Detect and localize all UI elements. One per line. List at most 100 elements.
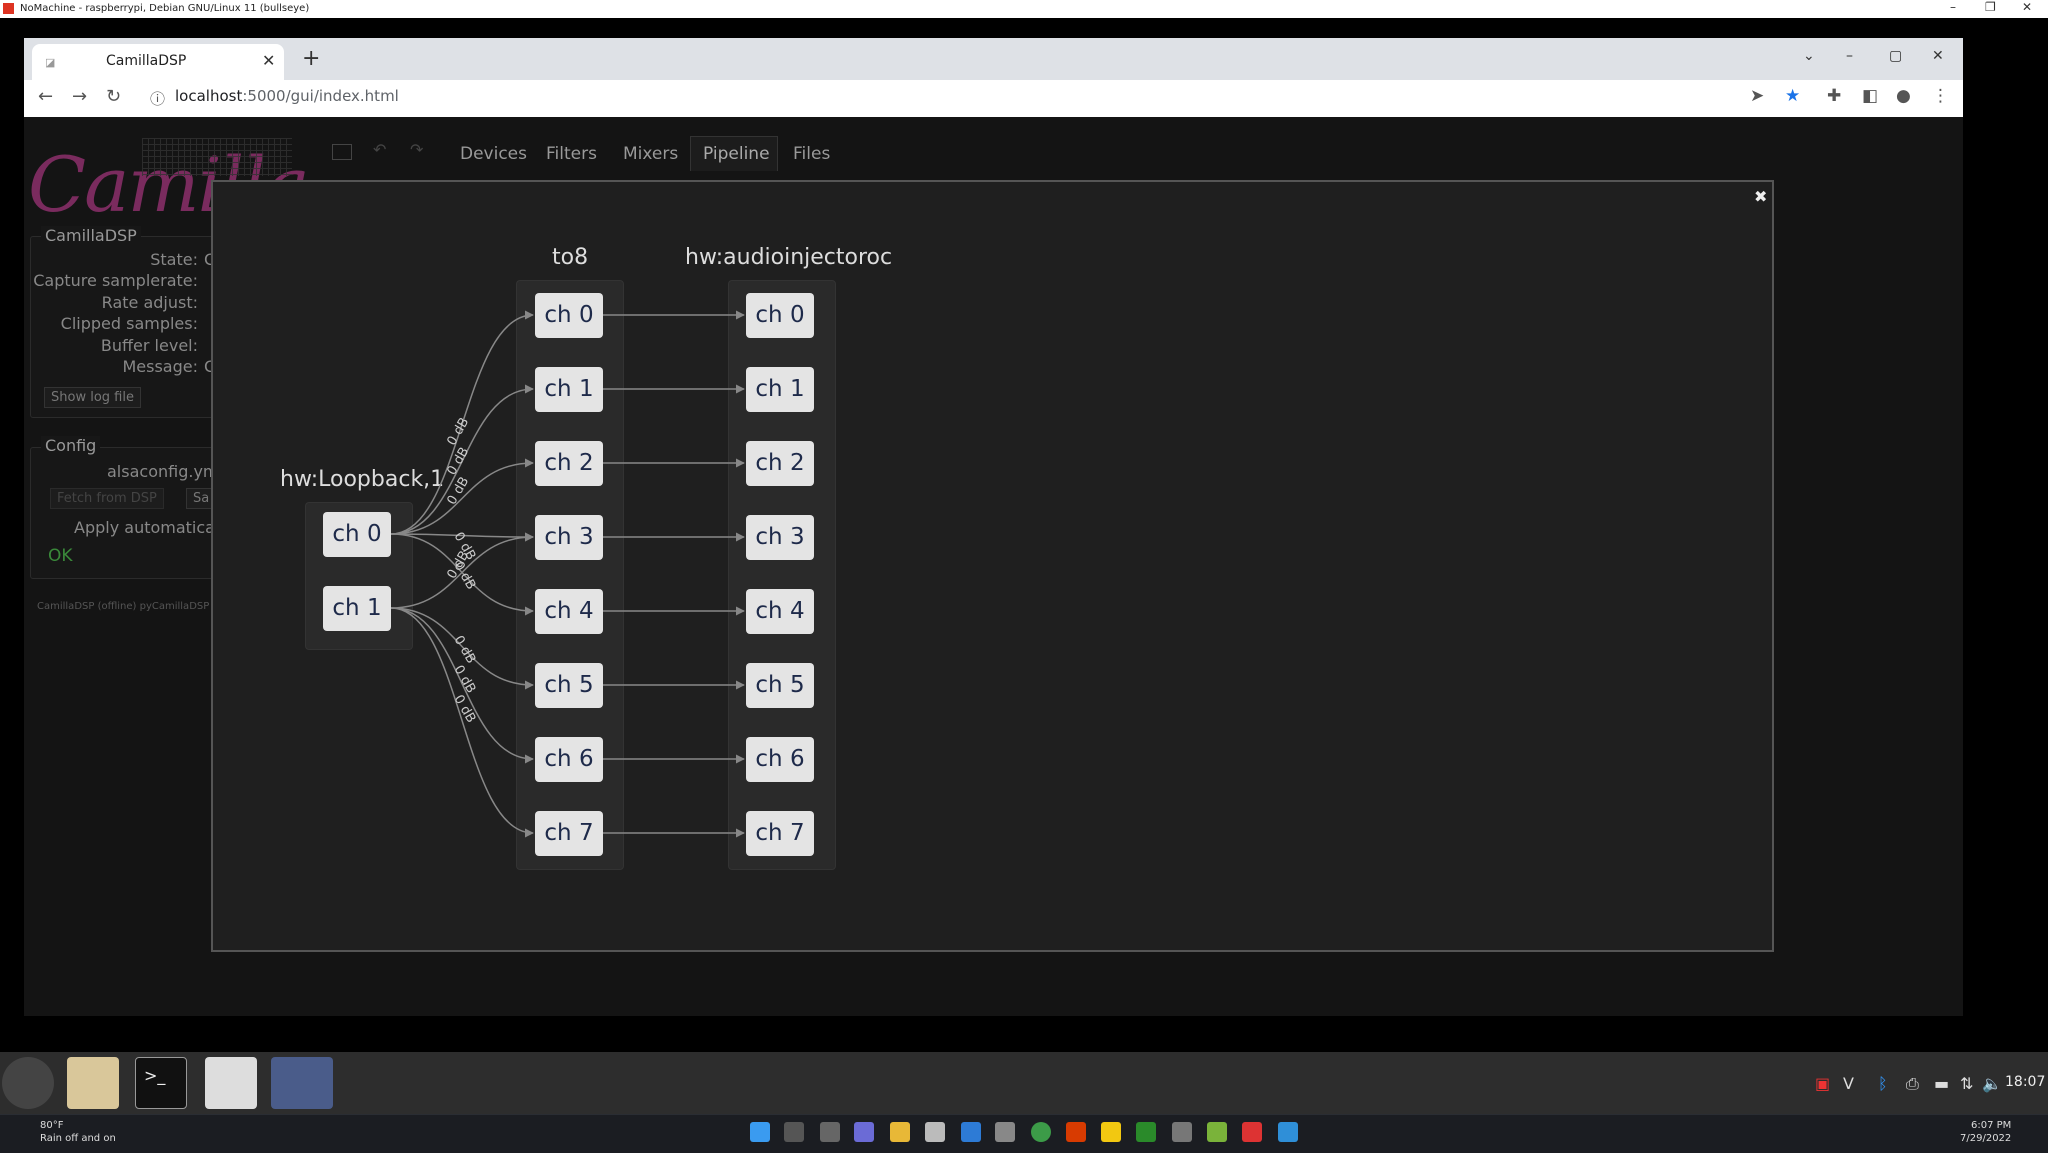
browser-tab[interactable]: ◪ CamillaDSP ✕	[32, 44, 284, 80]
mixer-channel-6[interactable]: ch 6	[535, 737, 603, 782]
tab-devices[interactable]: Devices	[460, 144, 527, 164]
nomachine-taskbar-icon[interactable]	[1242, 1122, 1262, 1142]
mixer-channel-3[interactable]: ch 3	[535, 515, 603, 560]
tab-search-icon[interactable]: ⌄	[1803, 48, 1815, 64]
layers-app-icon[interactable]	[1207, 1122, 1227, 1142]
undo-icon[interactable]: ↶	[373, 140, 386, 159]
tab-title: CamillaDSP	[106, 53, 187, 69]
mix-gain-label-7: 0 dB	[451, 663, 479, 696]
dsp-logo-grid	[142, 138, 292, 176]
config-status: OK	[48, 546, 73, 566]
fetch-from-dsp-button[interactable]: Fetch from DSP	[50, 488, 164, 509]
layout-icon[interactable]	[332, 144, 352, 160]
windows-taskbar	[0, 1114, 2048, 1153]
calculator-icon[interactable]	[995, 1122, 1015, 1142]
task-view-icon[interactable]	[820, 1122, 840, 1142]
minimize-button[interactable]: –	[1846, 48, 1853, 64]
nomachine-icon	[3, 3, 14, 14]
maximize-button[interactable]: ▢	[1889, 48, 1902, 64]
pipeline-links: 0 dB0 dB0 dB0 dB0 dB0 dB0 dB0 dB0 dB	[390, 310, 745, 838]
tab-pipeline[interactable]: Pipeline	[703, 144, 770, 164]
side-panel-icon[interactable]: ◧	[1862, 86, 1878, 106]
site-info-icon[interactable]: ⓘ	[150, 88, 165, 109]
tab-filters[interactable]: Filters	[546, 144, 597, 164]
nx-restore-button[interactable]: ❐	[1985, 0, 1996, 14]
network-icon[interactable]: ⇅	[1960, 1074, 1973, 1093]
spreadsheet-icon[interactable]	[1136, 1122, 1156, 1142]
extensions-icon[interactable]: ✚	[1827, 86, 1841, 106]
version-footer: CamillaDSP (offline) pyCamillaDSP 1.0	[37, 601, 229, 612]
buffer-level-label: Buffer level:	[100, 336, 198, 355]
capture-channel-1[interactable]: ch 1	[323, 586, 391, 631]
redo-icon[interactable]: ↷	[410, 140, 423, 159]
windows-clock: 6:07 PM 7/29/2022	[1960, 1119, 2011, 1145]
nx-close-button[interactable]: ✕	[2022, 0, 2032, 14]
address-bar[interactable]: localhost:5000/gui/index.html	[175, 87, 399, 105]
vnc-tray-icon[interactable]: V	[1843, 1074, 1854, 1093]
chromium-taskbar-icon[interactable]	[271, 1057, 333, 1109]
nx-minimize-button[interactable]: –	[1950, 0, 1956, 14]
playback-channel-5[interactable]: ch 5	[746, 663, 814, 708]
mixer-channel-5[interactable]: ch 5	[535, 663, 603, 708]
weather-widget[interactable]: 80°F Rain off and on	[10, 1119, 116, 1145]
playback-channel-0[interactable]: ch 0	[746, 293, 814, 338]
playback-channel-7[interactable]: ch 7	[746, 811, 814, 856]
mixer-channel-4[interactable]: ch 4	[535, 589, 603, 634]
nomachine-title-bar: NoMachine - raspberrypi, Debian GNU/Linu…	[0, 0, 2048, 19]
chrome-icon[interactable]	[1031, 1122, 1051, 1142]
text-editor-icon[interactable]	[205, 1057, 257, 1109]
mail-icon[interactable]	[961, 1122, 981, 1142]
message-label: Message:	[122, 357, 198, 376]
capture-channel-0[interactable]: ch 0	[323, 512, 391, 557]
snipping-icon[interactable]	[1172, 1122, 1192, 1142]
pi-clock: 18:07	[2005, 1074, 2046, 1090]
nomachine-tray-icon[interactable]: ▣	[1815, 1074, 1830, 1093]
windows-start-icon[interactable]	[750, 1122, 770, 1142]
capture-samplerate-label: Capture samplerate:	[33, 271, 198, 290]
forward-icon[interactable]: →	[72, 86, 87, 107]
url-host: localhost	[175, 87, 243, 105]
mixer-channel-1[interactable]: ch 1	[535, 367, 603, 412]
pen-app-icon[interactable]	[1101, 1122, 1121, 1142]
playback-channel-3[interactable]: ch 3	[746, 515, 814, 560]
menu-icon[interactable]: ⋮	[1932, 86, 1949, 106]
tab-files[interactable]: Files	[793, 144, 830, 164]
back-icon[interactable]: ←	[38, 86, 53, 107]
drive-icon[interactable]: ▬	[1934, 1074, 1949, 1093]
apply-automatically-checkbox[interactable]: Apply automatical	[74, 518, 219, 537]
printer-icon[interactable]: ⎙	[1906, 1074, 1919, 1094]
close-window-button[interactable]: ✕	[1932, 48, 1944, 64]
config-filename: alsaconfig.ym	[107, 462, 219, 481]
mixer-channel-2[interactable]: ch 2	[535, 441, 603, 486]
new-tab-button[interactable]: +	[302, 46, 320, 71]
mixer-channel-7[interactable]: ch 7	[535, 811, 603, 856]
mixer-channel-0[interactable]: ch 0	[535, 293, 603, 338]
playback-channel-6[interactable]: ch 6	[746, 737, 814, 782]
show-log-button[interactable]: Show log file	[44, 387, 141, 408]
remote-app-icon[interactable]	[1278, 1122, 1298, 1142]
bookmark-star-icon[interactable]: ★	[1785, 86, 1800, 106]
weather-temp: 80°F	[40, 1120, 64, 1131]
tab-mixers[interactable]: Mixers	[623, 144, 678, 164]
terminal-icon[interactable]: >_	[135, 1057, 187, 1109]
file-manager-icon[interactable]	[67, 1057, 119, 1109]
send-icon[interactable]: ➤	[1750, 86, 1764, 106]
store-icon[interactable]	[925, 1122, 945, 1142]
playback-channel-1[interactable]: ch 1	[746, 367, 814, 412]
status-panel-title: CamillaDSP	[41, 226, 141, 245]
chat-icon[interactable]	[854, 1122, 874, 1142]
explorer-icon[interactable]	[890, 1122, 910, 1142]
tab-close-icon[interactable]: ✕	[262, 51, 275, 70]
pi-menu-icon[interactable]	[2, 1057, 54, 1109]
reload-icon[interactable]: ↻	[106, 86, 121, 107]
windows-date: 7/29/2022	[1960, 1133, 2012, 1144]
page-favicon-icon: ◪	[45, 56, 56, 69]
volume-icon[interactable]: 🔈	[1982, 1074, 2002, 1093]
bluetooth-icon[interactable]: ᛒ	[1878, 1074, 1888, 1093]
office-icon[interactable]	[1066, 1122, 1086, 1142]
playback-channel-2[interactable]: ch 2	[746, 441, 814, 486]
search-icon[interactable]	[784, 1122, 804, 1142]
profile-icon[interactable]: ●	[1896, 86, 1911, 106]
state-label: State:	[150, 250, 198, 269]
playback-channel-4[interactable]: ch 4	[746, 589, 814, 634]
